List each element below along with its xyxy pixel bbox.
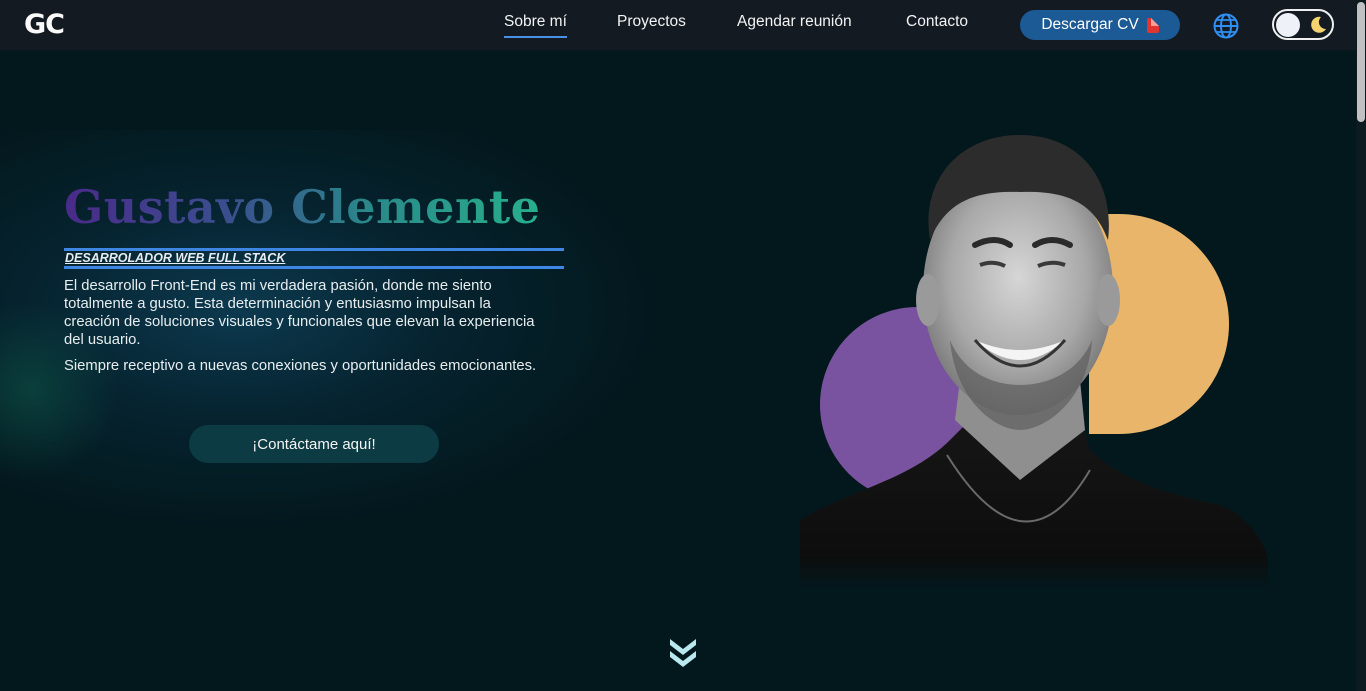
- hero-name: Gustavo Clemente: [64, 180, 540, 234]
- hero-name-first: Gustavo: [64, 180, 275, 234]
- scrollbar[interactable]: [1356, 0, 1366, 691]
- download-cv-button[interactable]: Descargar CV: [1020, 10, 1180, 40]
- navbar: GC Sobre mí Proyectos Agendar reunión Co…: [0, 0, 1356, 50]
- theme-toggle[interactable]: [1272, 9, 1334, 40]
- hero-description-2: Siempre receptivo a nuevas conexiones y …: [64, 358, 537, 374]
- globe-icon[interactable]: [1212, 12, 1240, 40]
- nav-link-proyectos[interactable]: Proyectos: [617, 13, 686, 31]
- hero-name-last: Clemente: [291, 180, 541, 234]
- contact-button[interactable]: ¡Contáctame aquí!: [189, 425, 439, 463]
- hero-description: El desarrollo Front-End es mi verdadera …: [64, 278, 535, 348]
- pdf-icon: [1146, 17, 1159, 33]
- nav-link-contacto[interactable]: Contacto: [906, 13, 968, 31]
- nav-link-agendar-reunion[interactable]: Agendar reunión: [737, 13, 852, 31]
- scrollbar-thumb[interactable]: [1357, 2, 1365, 122]
- portrait-image: [800, 135, 1268, 590]
- toggle-knob: [1276, 13, 1300, 37]
- chevron-double-down-icon[interactable]: [667, 636, 699, 670]
- download-cv-label: Descargar CV: [1041, 16, 1139, 33]
- portrait-section: [790, 120, 1270, 600]
- logo[interactable]: GC: [24, 9, 65, 40]
- moon-icon: [1311, 16, 1326, 33]
- hero-role: DESARROLADOR WEB FULL STACK: [64, 248, 564, 269]
- nav-link-sobre-mi[interactable]: Sobre mí: [504, 13, 567, 38]
